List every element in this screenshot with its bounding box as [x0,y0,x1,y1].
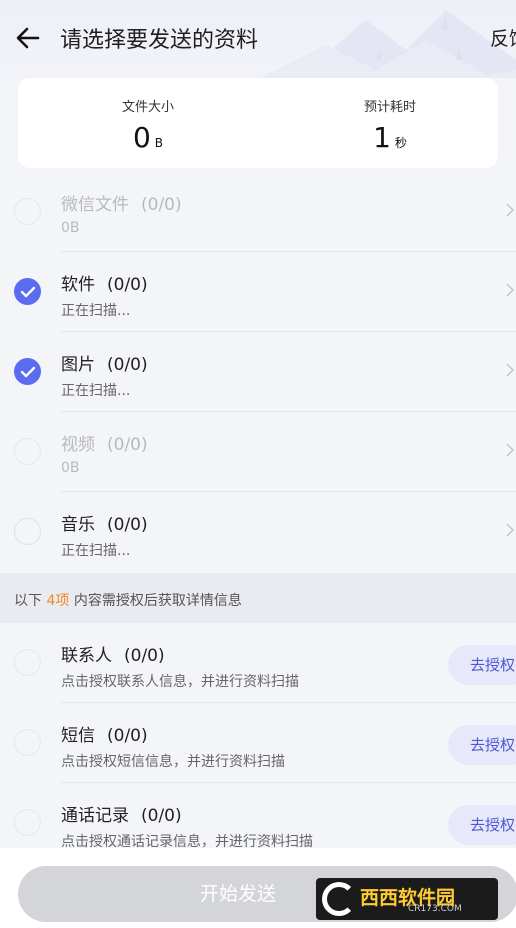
file-size-value: 0 [132,121,151,154]
estimated-time-unit: 秒 [394,136,407,150]
estimated-time-value: 1 [373,121,391,154]
estimated-time-label: 预计耗时 [363,100,416,115]
list-item-contacts: 联系人 (0/0) 点击授权联系人信息，并进行资料扫描 去授权 [0,623,516,703]
item-name: 联系人 [61,646,112,666]
checkbox [14,809,41,836]
item-count: (0/0) [107,435,148,455]
page-title: 请选择要发送的资料 [60,28,259,53]
checkmark-icon [20,366,36,378]
authorize-button[interactable]: 去授权 [448,725,516,765]
file-size-block: 文件大小 0B [73,96,223,154]
item-name: 软件 [61,275,95,295]
item-status: 正在扫描... [61,303,131,319]
item-hint: 点击授权联系人信息，并进行资料扫描 [61,674,299,690]
item-status: 0B [61,220,80,236]
checkmark-icon [20,286,36,298]
notice-prefix: 以下 [14,593,42,609]
feedback-link[interactable]: 反馈 [490,24,516,51]
back-arrow-icon[interactable] [14,24,42,52]
item-count: (0/0) [107,355,148,375]
item-status: 正在扫描... [61,543,131,559]
list-item-photos[interactable]: 图片 (0/0) 正在扫描... [0,332,516,412]
permission-notice: 以下 4项 内容需授权后获取详情信息 [0,573,516,623]
item-status: 0B [61,460,80,476]
item-count: (0/0) [107,726,148,746]
item-name: 视频 [61,435,95,455]
item-count: (0/0) [141,195,182,215]
item-name: 微信文件 [61,195,129,215]
item-count: (0/0) [107,275,148,295]
app-header: 请选择要发送的资料 反馈 [0,0,516,78]
item-count: (0/0) [107,515,148,535]
item-hint: 点击授权短信信息，并进行资料扫描 [61,754,285,770]
chevron-right-icon [506,523,514,537]
checkbox [14,649,41,676]
list-item-apps[interactable]: 软件 (0/0) 正在扫描... [0,252,516,332]
checkbox-checked[interactable] [14,278,41,305]
chevron-right-icon [506,363,514,377]
checkbox[interactable] [14,518,41,545]
file-size-unit: B [154,136,164,150]
item-name: 图片 [61,355,95,375]
mountain-decoration [260,10,516,78]
summary-card: 文件大小 0B 预计耗时 1秒 [18,78,498,168]
item-count: (0/0) [141,806,182,826]
list-item-videos[interactable]: 视频 (0/0) 0B [0,412,516,492]
watermark-logo: 西西软件园 CR173.COM [316,878,498,920]
authorize-button[interactable]: 去授权 [448,805,516,845]
notice-suffix: 内容需授权后获取详情信息 [73,593,242,609]
checkbox [14,729,41,756]
chevron-right-icon [506,443,514,457]
list-item-music[interactable]: 音乐 (0/0) 正在扫描... [0,492,516,572]
item-name: 通话记录 [61,806,129,826]
watermark-url: CR173.COM [408,904,462,914]
item-count: (0/0) [124,646,165,666]
item-name: 短信 [61,726,95,746]
checkbox[interactable] [14,198,41,225]
list-item-wechat[interactable]: 微信文件 (0/0) 0B [0,172,516,252]
authorize-button[interactable]: 去授权 [448,645,516,685]
estimated-time-block: 预计耗时 1秒 [315,96,465,154]
chevron-right-icon [506,283,514,297]
item-name: 音乐 [61,515,95,535]
data-category-list: 微信文件 (0/0) 0B 软件 (0/0) 正在扫描... 图片 (0/0) 正在扫… [0,172,516,572]
notice-highlight: 4项 [46,593,70,609]
chevron-right-icon [506,203,514,217]
file-size-label: 文件大小 [121,100,174,115]
watermark-c-icon [322,882,356,916]
list-item-sms: 短信 (0/0) 点击授权短信信息，并进行资料扫描 去授权 [0,703,516,783]
item-status: 正在扫描... [61,383,131,399]
checkbox-checked[interactable] [14,358,41,385]
start-send-label: 开始发送 [199,883,276,905]
permission-list: 联系人 (0/0) 点击授权联系人信息，并进行资料扫描 去授权 短信 (0/0) 点… [0,623,516,863]
checkbox[interactable] [14,438,41,465]
